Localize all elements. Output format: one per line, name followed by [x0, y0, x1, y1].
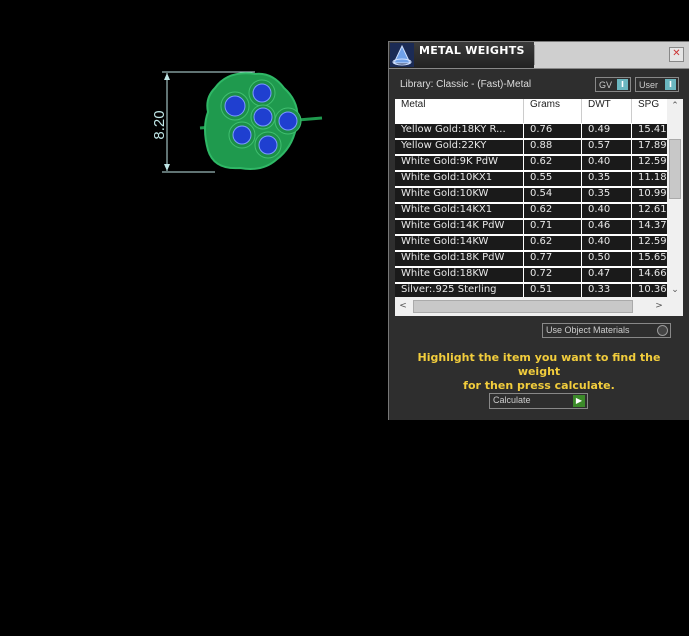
use-object-materials-toggle[interactable]: Use Object Materials — [542, 323, 671, 338]
dwt-cell: 0.40 — [582, 204, 632, 219]
column-header-metal[interactable]: Metal — [395, 99, 524, 123]
table-row[interactable]: White Gold:10KW 0.54 0.35 10.99 — [395, 187, 667, 203]
table-row[interactable]: White Gold:9K PdW 0.62 0.40 12.59 — [395, 155, 667, 171]
calculate-label: Calculate — [493, 395, 531, 405]
scroll-right-icon[interactable]: > — [651, 297, 667, 316]
grams-cell: 0.88 — [524, 140, 582, 155]
grams-cell: 0.71 — [524, 220, 582, 235]
user-toggle[interactable]: User I — [635, 77, 679, 92]
use-object-materials-label: Use Object Materials — [546, 325, 630, 335]
library-label: Library: Classic - (Fast)-Metal — [400, 79, 532, 90]
toggle-switch-icon: I — [665, 79, 676, 90]
metal-cell: White Gold:10KX1 — [395, 172, 524, 187]
dwt-cell: 0.47 — [582, 268, 632, 283]
metal-cell: Silver:.925 Sterling — [395, 284, 524, 297]
table-row[interactable]: White Gold:18KW 0.72 0.47 14.66 — [395, 267, 667, 283]
grams-cell: 0.62 — [524, 156, 582, 171]
scroll-down-icon[interactable]: ⌄ — [667, 283, 683, 297]
vertical-scrollbar[interactable]: ⌃ ⌄ — [667, 99, 683, 297]
table-row[interactable]: Silver:.925 Sterling 0.51 0.33 10.36 — [395, 283, 667, 297]
panel-titlebar[interactable]: METAL WEIGHTS ✕ — [389, 42, 689, 69]
metal-cell: White Gold:14KW — [395, 236, 524, 251]
grams-cell: 0.51 — [524, 284, 582, 297]
scrollbar-corner — [667, 297, 683, 316]
spg-cell: 17.89 — [638, 140, 667, 151]
metal-weights-panel: METAL WEIGHTS ✕ Library: Classic - (Fast… — [388, 41, 689, 420]
user-toggle-label: User — [639, 80, 659, 90]
instruction-text: Highlight the item you want to find the … — [399, 351, 679, 393]
grams-cell: 0.76 — [524, 124, 582, 139]
dwt-cell: 0.35 — [582, 188, 632, 203]
dimension-label: 8.20 — [151, 110, 168, 140]
table-row[interactable]: White Gold:10KX1 0.55 0.35 11.18 — [395, 171, 667, 187]
spg-cell: 12.61 — [638, 204, 667, 215]
dwt-cell: 0.50 — [582, 252, 632, 267]
metal-cell: White Gold:10KW — [395, 188, 524, 203]
spg-cell: 14.37 — [638, 220, 667, 231]
metal-cell: White Gold:14KX1 — [395, 204, 524, 219]
metal-cell: White Gold:9K PdW — [395, 156, 524, 171]
table-row[interactable]: White Gold:14K PdW 0.71 0.46 14.37 — [395, 219, 667, 235]
grams-cell: 0.77 — [524, 252, 582, 267]
column-header-dwt[interactable]: DWT — [582, 99, 632, 123]
grams-cell: 0.62 — [524, 236, 582, 251]
spg-cell: 10.36 — [638, 284, 667, 295]
titlebar-divider — [534, 45, 535, 65]
gv-toggle[interactable]: GV I — [595, 77, 631, 92]
grams-cell: 0.55 — [524, 172, 582, 187]
spg-cell: 12.59 — [638, 236, 667, 247]
model-viewport[interactable]: 8.20 — [0, 0, 385, 636]
table-header: Metal Grams DWT SPG — [395, 99, 667, 123]
spg-cell: 15.65 — [638, 252, 667, 263]
metal-cell: Yellow Gold:18KY R... — [395, 124, 524, 139]
dwt-cell: 0.33 — [582, 284, 632, 297]
app-logo-icon — [390, 43, 414, 67]
dwt-cell: 0.40 — [582, 236, 632, 251]
metal-cell: White Gold:14K PdW — [395, 220, 524, 235]
spg-cell: 15.41 — [638, 124, 667, 135]
metal-table-body: Metal Grams DWT SPG Yellow Gold:18KY R..… — [395, 99, 667, 297]
table-row[interactable]: White Gold:14KX1 0.62 0.40 12.61 — [395, 203, 667, 219]
dwt-cell: 0.57 — [582, 140, 632, 155]
gv-toggle-label: GV — [599, 80, 613, 90]
metal-table: Metal Grams DWT SPG Yellow Gold:18KY R..… — [395, 99, 683, 316]
spg-cell: 14.66 — [638, 268, 667, 279]
dwt-cell: 0.46 — [582, 220, 632, 235]
calculate-button[interactable]: Calculate ▶ — [489, 393, 588, 409]
horizontal-scroll-thumb[interactable] — [413, 300, 633, 313]
grams-cell: 0.72 — [524, 268, 582, 283]
scroll-left-icon[interactable]: < — [395, 297, 411, 316]
radio-knob-icon — [657, 325, 668, 336]
ring-model — [162, 71, 323, 173]
table-row[interactable]: White Gold:18K PdW 0.77 0.50 15.65 — [395, 251, 667, 267]
table-row[interactable]: White Gold:14KW 0.62 0.40 12.59 — [395, 235, 667, 251]
metal-cell: White Gold:18K PdW — [395, 252, 524, 267]
metal-cell: White Gold:18KW — [395, 268, 524, 283]
spg-cell: 10.99 — [638, 188, 667, 199]
close-button[interactable]: ✕ — [669, 47, 684, 62]
dwt-cell: 0.35 — [582, 172, 632, 187]
play-icon: ▶ — [573, 395, 585, 407]
vertical-scroll-thumb[interactable] — [669, 139, 681, 199]
toggle-switch-icon: I — [617, 79, 628, 90]
grams-cell: 0.62 — [524, 204, 582, 219]
table-row[interactable]: Yellow Gold:18KY R... 0.76 0.49 15.41 — [395, 123, 667, 139]
instruction-line-2: for then press calculate. — [463, 379, 615, 392]
spg-cell: 12.59 — [638, 156, 667, 167]
column-header-spg[interactable]: SPG — [632, 99, 667, 123]
dwt-cell: 0.49 — [582, 124, 632, 139]
horizontal-scrollbar[interactable]: < > — [395, 297, 667, 316]
column-header-grams[interactable]: Grams — [524, 99, 582, 123]
grams-cell: 0.54 — [524, 188, 582, 203]
panel-title: METAL WEIGHTS — [419, 44, 525, 57]
metal-cell: Yellow Gold:22KY — [395, 140, 524, 155]
scroll-up-icon[interactable]: ⌃ — [667, 99, 683, 113]
instruction-line-1: Highlight the item you want to find the … — [417, 351, 661, 378]
dwt-cell: 0.40 — [582, 156, 632, 171]
table-row[interactable]: Yellow Gold:22KY 0.88 0.57 17.89 — [395, 139, 667, 155]
spg-cell: 11.18 — [638, 172, 667, 183]
